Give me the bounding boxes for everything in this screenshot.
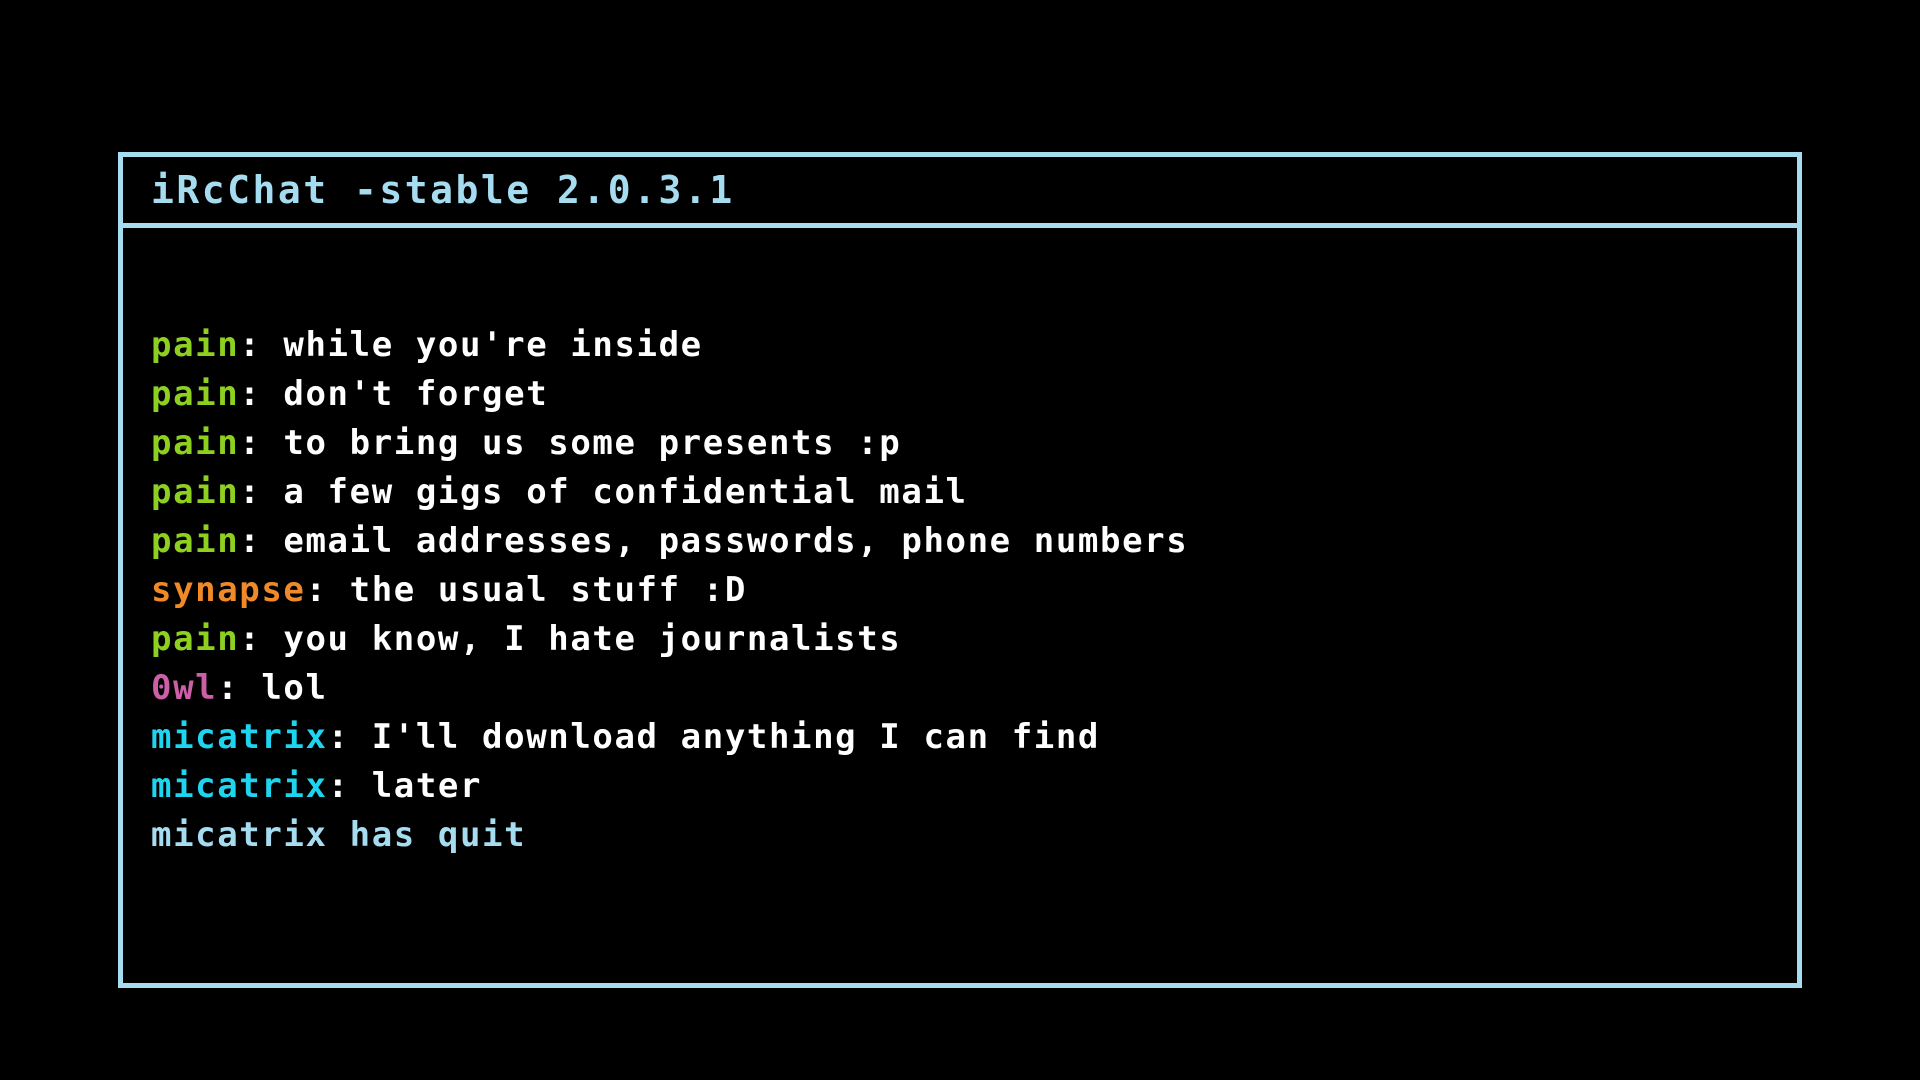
nickname-separator: : [239, 472, 284, 512]
chat-message-text: you know, I hate journalists [283, 619, 902, 659]
chat-nickname[interactable]: pain [151, 619, 239, 659]
chat-message-text: a few gigs of confidential mail [283, 472, 968, 512]
nickname-separator: : [239, 325, 284, 365]
chat-nickname[interactable]: pain [151, 374, 239, 414]
chat-message-text: to bring us some presents :p [283, 423, 902, 463]
chat-message-text: later [371, 766, 483, 806]
chat-message-line: 0wl: lol [151, 664, 1797, 713]
chat-message-line: pain: while you're inside [151, 321, 1797, 370]
chat-nickname[interactable]: pain [151, 472, 239, 512]
window-title-bar: iRcChat -stable 2.0.3.1 [123, 157, 1797, 228]
chat-message-text: I'll download anything I can find [371, 717, 1101, 757]
chat-message-line: micatrix: I'll download anything I can f… [151, 713, 1797, 762]
nickname-separator: : [239, 423, 284, 463]
chat-message-line: pain: email addresses, passwords, phone … [151, 517, 1797, 566]
chat-message-line: pain: a few gigs of confidential mail [151, 468, 1797, 517]
chat-nickname[interactable]: pain [151, 423, 239, 463]
chat-message-line: pain: to bring us some presents :p [151, 419, 1797, 468]
nickname-separator: : [305, 570, 350, 610]
irc-chat-window: iRcChat -stable 2.0.3.1 pain: while you'… [118, 152, 1802, 988]
chat-message-text: the usual stuff :D [349, 570, 747, 610]
chat-message-line: synapse: the usual stuff :D [151, 566, 1797, 615]
window-title: iRcChat -stable 2.0.3.1 [151, 168, 735, 212]
chat-message-text: email addresses, passwords, phone number… [283, 521, 1189, 561]
nickname-separator: : [217, 668, 262, 708]
chat-message-line: pain: don't forget [151, 370, 1797, 419]
chat-message-text: lol [261, 668, 328, 708]
chat-nickname[interactable]: synapse [151, 570, 306, 610]
chat-nickname[interactable]: micatrix [151, 717, 328, 757]
chat-nickname[interactable]: pain [151, 325, 239, 365]
nickname-separator: : [239, 374, 284, 414]
nickname-separator: : [327, 766, 372, 806]
chat-message-log[interactable]: pain: while you're inside pain: don't for… [123, 228, 1797, 983]
chat-message-text: while you're inside [283, 325, 703, 365]
nickname-separator: : [239, 521, 284, 561]
chat-message-text: don't forget [283, 374, 549, 414]
chat-message-line: pain: you know, I hate journalists [151, 615, 1797, 664]
chat-nickname[interactable]: micatrix [151, 766, 328, 806]
chat-nickname[interactable]: 0wl [151, 668, 217, 708]
nickname-separator: : [327, 717, 372, 757]
chat-nickname[interactable]: pain [151, 521, 239, 561]
chat-system-line: micatrix has quit [151, 811, 1797, 860]
chat-message-line: micatrix: later [151, 762, 1797, 811]
nickname-separator: : [239, 619, 284, 659]
desktop-background: iRcChat -stable 2.0.3.1 pain: while you'… [0, 0, 1920, 1080]
system-notice-text: micatrix has quit [151, 815, 527, 855]
